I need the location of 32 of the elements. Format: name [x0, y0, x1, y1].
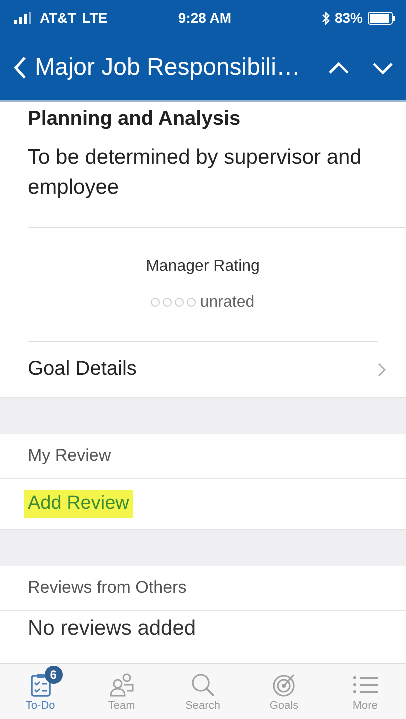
tab-bar-item[interactable]: Goals	[244, 664, 325, 719]
back-button[interactable]	[14, 56, 27, 80]
next-button[interactable]	[372, 62, 394, 74]
search-icon	[190, 672, 216, 698]
section-description: To be determined by supervisor and employee	[28, 145, 363, 201]
signal-icon	[14, 12, 34, 24]
section-title: Planning and Analysis	[28, 107, 242, 131]
tab-bar-item[interactable]: Search	[162, 664, 244, 719]
network-text: LTE	[82, 10, 108, 26]
add-review-link[interactable]: Add Review	[24, 490, 134, 518]
carrier-text: AT&T	[40, 10, 76, 26]
chevron-down-icon	[372, 62, 394, 74]
empty-message: No reviews added	[28, 617, 196, 641]
clock-time: 9:28 AM	[178, 10, 232, 26]
tab-bar-item[interactable]: More	[324, 664, 406, 719]
rating-value: unrated	[200, 294, 255, 312]
bluetooth-icon	[322, 12, 330, 24]
section-header: My Review	[28, 446, 112, 466]
chevron-up-icon	[328, 62, 350, 74]
battery-icon	[368, 12, 396, 24]
target-icon	[271, 672, 298, 698]
chevron-right-icon	[378, 362, 386, 376]
page-title: Major Job Responsibili…	[35, 54, 302, 82]
battery-percent: 83%	[334, 10, 363, 26]
people-icon	[108, 672, 135, 698]
previous-button[interactable]	[328, 62, 350, 74]
section-header: Reviews from Others	[28, 578, 187, 598]
tab-bar-item[interactable]: Team	[81, 664, 162, 719]
tab-bar-item[interactable]: 6 To-Do	[0, 664, 82, 719]
notification-badge: 6	[44, 666, 63, 684]
back-chevron-icon	[14, 56, 27, 80]
rating-label: Manager Rating	[146, 258, 260, 276]
